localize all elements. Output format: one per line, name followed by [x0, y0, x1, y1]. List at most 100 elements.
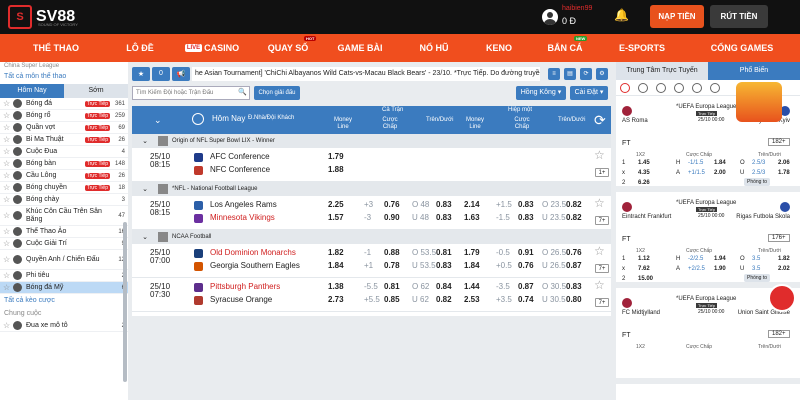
h1-ou-odds-value[interactable]: 0.80	[566, 295, 582, 305]
settings-icon[interactable]: ⚙	[596, 67, 608, 80]
away-team[interactable]: NFC Conference	[210, 165, 270, 175]
sidebar-item[interactable]: ☆ Cuộc Đua 4	[0, 146, 128, 158]
chat-icon[interactable]	[768, 284, 796, 312]
h1-ou-odds-value[interactable]: 0.87	[566, 261, 582, 271]
home-team[interactable]: AS Roma	[622, 118, 682, 124]
tab-today[interactable]: Hôm Nay	[0, 84, 64, 98]
star-icon[interactable]: ☆	[3, 195, 13, 204]
star-icon[interactable]: ☆	[594, 196, 605, 210]
h1-hdp-odds-value[interactable]: 0.74	[518, 295, 534, 305]
odds-cell[interactable]: 1.94	[714, 254, 726, 264]
football-icon[interactable]	[620, 82, 630, 93]
star-icon[interactable]: ☆	[3, 147, 13, 156]
sidebar-item[interactable]: ☆ Cầu Lông Trực Tiếp 26	[0, 170, 128, 182]
ou-odds-value[interactable]: 0.83	[436, 261, 452, 271]
odds-cell[interactable]: 1.45	[638, 158, 650, 168]
tab-live-center[interactable]: Trung Tâm Trực Tuyến	[616, 62, 708, 80]
h1-ml-value[interactable]: 1.63	[464, 213, 480, 223]
zoom-button[interactable]: Phóng to	[744, 178, 771, 186]
sidebar-item[interactable]: ☆ Bóng bàn Trực Tiếp 148	[0, 158, 128, 170]
home-team[interactable]: Pittsburgh Panthers	[210, 282, 280, 292]
logo[interactable]: S SV88 SOUND OF VICTORY	[8, 4, 78, 30]
chevron-down-icon[interactable]: ⌄	[154, 115, 162, 126]
star-icon[interactable]: ☆	[3, 321, 13, 330]
h1-hdp-odds-value[interactable]: 0.91	[518, 248, 534, 258]
nav-casino[interactable]: LIVE CASINO	[168, 34, 256, 62]
sidebar-item[interactable]: ☆Cuộc Giải Trí9	[0, 238, 128, 250]
h1-hdp-odds-value[interactable]: 0.83	[518, 200, 534, 210]
hdp-odds-value[interactable]: 0.76	[384, 200, 400, 210]
sidebar-item[interactable]: ☆ Bóng rổ Trực Tiếp 259	[0, 110, 128, 122]
star-icon[interactable]: ☆	[3, 283, 13, 292]
league-row[interactable]: ⌄ Origin of NFL Super Bowl LIX - Winner	[132, 134, 611, 148]
favorite-icon[interactable]: ★	[132, 66, 150, 81]
featured-match[interactable]: *UEFA Europa League Trực Tiếp 25/10 00:00 E…	[616, 192, 800, 288]
more-markets-button[interactable]: 7+	[595, 216, 609, 225]
star-icon[interactable]: ☆	[3, 99, 13, 108]
ml-value[interactable]: 1.82	[328, 248, 344, 258]
sidebar-item-motorbike[interactable]: ☆Đua xe mô tô2	[0, 320, 128, 332]
odds-cell[interactable]: 2.00	[714, 168, 726, 178]
h1-ou-odds-value[interactable]: 0.76	[566, 248, 582, 258]
star-icon[interactable]: ☆	[3, 211, 13, 220]
star-icon[interactable]: ☆	[3, 183, 13, 192]
star-icon[interactable]: ☆	[3, 135, 13, 144]
nav-spin[interactable]: QUAY SỐ HOT	[256, 34, 320, 62]
ml-value[interactable]: 2.73	[328, 295, 344, 305]
odds-cell[interactable]: 1.12	[638, 254, 650, 264]
count-icon[interactable]: 0	[152, 66, 170, 81]
sidebar-league-link[interactable]: China Super League	[0, 62, 128, 70]
sidebar-item[interactable]: ☆ Bóng chuyền Trực Tiếp 18	[0, 182, 128, 194]
refresh-icon[interactable]: ⟳	[580, 67, 592, 80]
odds-cell[interactable]: 4.35	[638, 168, 650, 178]
ou-odds-value[interactable]: 0.81	[436, 248, 452, 258]
nav-keno[interactable]: KENO	[468, 34, 530, 62]
ml-value[interactable]: 1.57	[328, 213, 344, 223]
sidebar-item[interactable]: ☆ Bóng đá Trực Tiếp 361	[0, 98, 128, 110]
nav-sports[interactable]: THỂ THAO	[0, 34, 112, 62]
h1-ml-value[interactable]: 1.44	[464, 282, 480, 292]
promo-banner-icon[interactable]	[736, 82, 782, 122]
ml-value[interactable]: 2.25	[328, 200, 344, 210]
away-team[interactable]: Minnesota Vikings	[210, 213, 275, 223]
home-team[interactable]: Los Angeles Rams	[210, 200, 277, 210]
ou-odds-value[interactable]: 0.83	[436, 213, 452, 223]
hdp-odds-value[interactable]: 0.90	[384, 213, 400, 223]
sidebar-item[interactable]: ☆ Bóng chày 3	[0, 194, 128, 206]
chevron-down-icon[interactable]: ⌄	[132, 185, 158, 193]
odds-cell[interactable]: 1.82	[778, 254, 790, 264]
odds-type-select[interactable]: Hồng Kông ▾	[516, 86, 566, 100]
nav-fishing[interactable]: BẮN CÁ NEW	[530, 34, 600, 62]
ml-value[interactable]: 1.79	[328, 152, 344, 162]
star-icon[interactable]: ☆	[3, 239, 13, 248]
user-avatar-icon[interactable]	[542, 9, 558, 25]
odds-cell[interactable]: 2.02	[778, 264, 790, 274]
ou-odds-value[interactable]: 0.84	[436, 282, 452, 292]
nav-card-games[interactable]: GAME BÀI	[320, 34, 400, 62]
odds-cell[interactable]: 15.00	[638, 274, 653, 284]
tennis-icon[interactable]	[656, 82, 666, 93]
odds-cell[interactable]: 7.62	[638, 264, 650, 274]
h1-hdp-odds-value[interactable]: 0.83	[518, 213, 534, 223]
chevron-down-icon[interactable]: ⌄	[132, 233, 158, 241]
all-bet-types-link[interactable]: Tất cả kèo cược	[0, 294, 128, 308]
choose-league-button[interactable]: Chọn giải đấu	[254, 86, 300, 100]
h1-ml-value[interactable]: 1.79	[464, 248, 480, 258]
h1-ml-value[interactable]: 2.14	[464, 200, 480, 210]
hdp-odds-value[interactable]: 0.88	[384, 248, 400, 258]
more-markets-button[interactable]: 7+	[595, 298, 609, 307]
star-icon[interactable]: ☆	[594, 278, 605, 292]
h1-ou-odds-value[interactable]: 0.82	[566, 213, 582, 223]
sidebar-item[interactable]: ☆ Thể Thao Ảo 16	[0, 226, 128, 238]
zoom-button[interactable]: Phóng to	[744, 274, 771, 282]
h1-ou-odds-value[interactable]: 0.82	[566, 200, 582, 210]
h1-hdp-odds-value[interactable]: 0.87	[518, 282, 534, 292]
h1-hdp-odds-value[interactable]: 0.76	[518, 261, 534, 271]
h1-ml-value[interactable]: 2.53	[464, 295, 480, 305]
star-icon[interactable]: ☆	[3, 123, 13, 132]
ou-odds-value[interactable]: 0.82	[436, 295, 452, 305]
list-view-icon[interactable]: ≡	[548, 67, 560, 80]
odds-cell[interactable]: 1.90	[714, 264, 726, 274]
volleyball-icon[interactable]	[674, 82, 684, 93]
more-markets-button[interactable]: 182+	[768, 138, 790, 146]
